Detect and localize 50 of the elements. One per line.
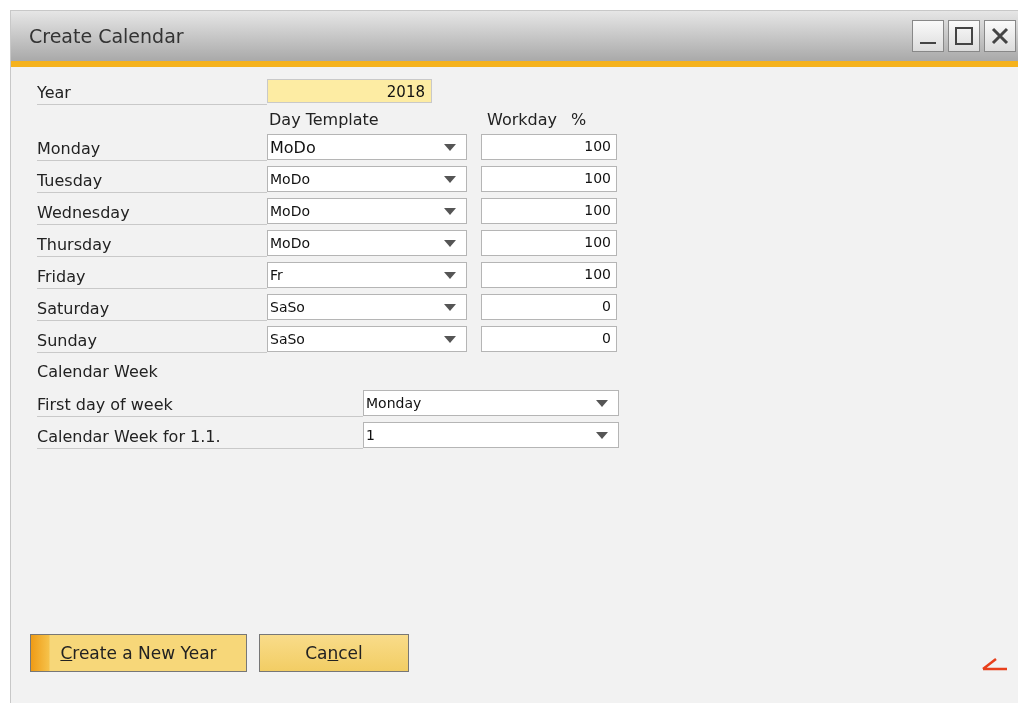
field-label: First day of week xyxy=(37,389,363,417)
workday-field[interactable]: 0 xyxy=(481,294,617,320)
day-label: Thursday xyxy=(37,229,267,257)
dropdown-arrow-icon[interactable] xyxy=(596,431,608,439)
close-button[interactable] xyxy=(984,20,1016,52)
template-dropdown[interactable]: MoDo xyxy=(267,198,467,224)
day-label: Monday xyxy=(37,133,267,161)
dropdown-arrow-icon[interactable] xyxy=(444,303,456,311)
day-label: Tuesday xyxy=(37,165,267,193)
section-heading: Calendar Week xyxy=(37,361,158,381)
close-icon xyxy=(991,27,1009,45)
dialog-button[interactable]: Cancel xyxy=(259,634,409,672)
workday-field[interactable]: 100 xyxy=(481,230,617,256)
resize-grip-icon[interactable] xyxy=(982,657,1008,671)
dropdown-arrow-icon[interactable] xyxy=(444,207,456,215)
column-header: Day Template xyxy=(269,109,380,129)
dropdown-arrow-icon[interactable] xyxy=(444,271,456,279)
dropdown-arrow-icon[interactable] xyxy=(596,399,608,407)
workday-field[interactable]: 100 xyxy=(481,166,617,192)
day-label: Wednesday xyxy=(37,197,267,225)
maximize-button[interactable] xyxy=(948,20,980,52)
day-label: Sunday xyxy=(37,325,267,353)
day-label: Saturday xyxy=(37,293,267,321)
maximize-icon xyxy=(954,26,974,46)
workday-field[interactable]: 100 xyxy=(481,198,617,224)
column-header: Workday xyxy=(487,109,557,129)
workday-field[interactable]: 100 xyxy=(481,134,617,160)
field-label: Calendar Week for 1.1. xyxy=(37,421,363,449)
dropdown-arrow-icon[interactable] xyxy=(444,335,456,343)
dropdown-arrow-icon[interactable] xyxy=(444,239,456,247)
template-dropdown[interactable]: MoDo xyxy=(267,166,467,192)
window-title: Create Calendar xyxy=(29,25,184,47)
minimize-icon xyxy=(920,42,936,44)
template-dropdown[interactable]: SaSo xyxy=(267,326,467,352)
workday-field[interactable]: 100 xyxy=(481,262,617,288)
column-header: % xyxy=(570,109,587,129)
day-label: Friday xyxy=(37,261,267,289)
template-dropdown[interactable]: Fr xyxy=(267,262,467,288)
dropdown-arrow-icon[interactable] xyxy=(444,175,456,183)
workday-field[interactable]: 0 xyxy=(481,326,617,352)
week-dropdown[interactable]: Monday xyxy=(363,390,619,416)
template-dropdown[interactable]: MoDo xyxy=(267,230,467,256)
field-label: Year xyxy=(37,77,267,105)
minimize-button[interactable] xyxy=(912,20,944,52)
week-dropdown[interactable]: 1 xyxy=(363,422,619,448)
template-dropdown[interactable]: SaSo xyxy=(267,294,467,320)
year-field[interactable]: 2018 xyxy=(267,79,432,103)
template-dropdown[interactable]: MoDo xyxy=(267,134,467,160)
dialog-button[interactable]: Create a New Year xyxy=(30,634,247,672)
dropdown-arrow-icon[interactable] xyxy=(444,143,456,151)
